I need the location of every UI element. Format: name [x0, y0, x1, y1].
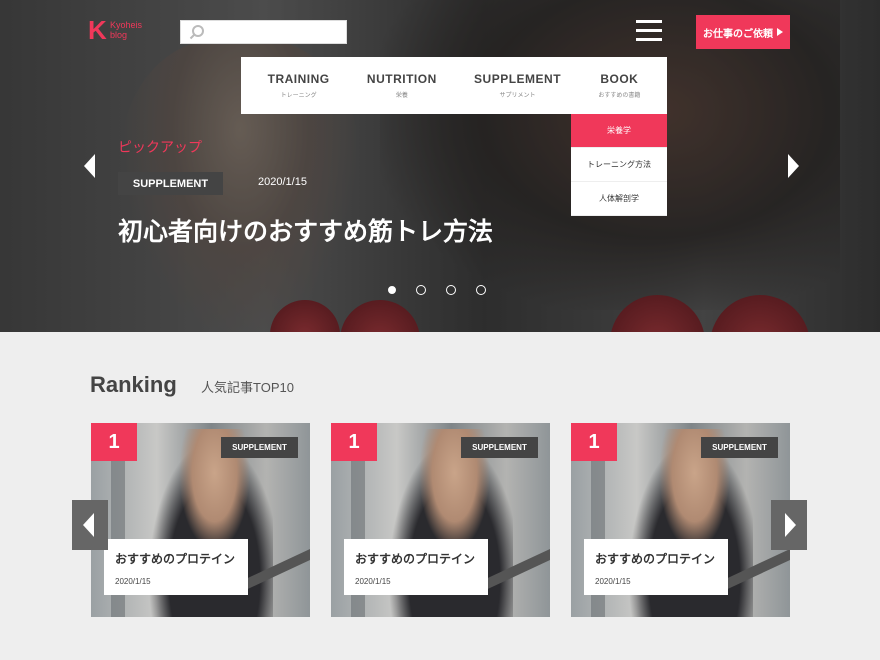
hero-article-title[interactable]: 初心者向けのおすすめ筋トレ方法 [118, 212, 493, 248]
dropdown-item-nutrition-science[interactable]: 栄養学 [571, 114, 667, 148]
category-tag[interactable]: SUPPLEMENT [221, 437, 298, 458]
card-date: 2020/1/15 [355, 577, 391, 586]
ranking-prev-button[interactable] [72, 500, 108, 550]
hero-slider: K Kyoheis blog お仕事のご依頼 TRAINING トレーニング N… [0, 0, 880, 332]
nav-sublabel: おすすめの書籍 [598, 93, 641, 99]
nav-sublabel: サプリメント [499, 93, 536, 99]
ranking-subtitle: 人気記事TOP10 [201, 380, 294, 395]
card-info: おすすめのプロテイン 2020/1/15 [344, 539, 488, 595]
book-dropdown-menu: 栄養学 トレーニング方法 人体解剖学 [571, 114, 667, 216]
nav-label: NUTRITION [366, 72, 437, 86]
nav-sublabel: トレーニング [280, 93, 317, 99]
logo-text: Kyoheis blog [110, 20, 143, 40]
ranking-title: Ranking [90, 372, 177, 397]
ranking-next-button[interactable] [771, 500, 807, 550]
menu-icon[interactable] [636, 20, 662, 42]
card-date: 2020/1/15 [595, 577, 631, 586]
pickup-label: ピックアップ [118, 139, 202, 155]
card-title[interactable]: おすすめのプロテイン [115, 550, 248, 567]
category-tag[interactable]: SUPPLEMENT [461, 437, 538, 458]
nav-item-training[interactable]: TRAINING トレーニング [268, 72, 330, 99]
card-info: おすすめのプロテイン 2020/1/15 [104, 539, 248, 595]
card-date: 2020/1/15 [115, 577, 151, 586]
rank-number: 1 [571, 423, 617, 461]
contact-request-button[interactable]: お仕事のご依頼 [696, 15, 790, 49]
slider-dot[interactable] [388, 286, 396, 294]
slider-dot[interactable] [446, 285, 456, 295]
dropdown-item-anatomy[interactable]: 人体解剖学 [571, 182, 667, 216]
site-logo[interactable]: K Kyoheis blog [88, 16, 158, 46]
category-tag[interactable]: SUPPLEMENT [701, 437, 778, 458]
ranking-card[interactable]: 1 SUPPLEMENT おすすめのプロテイン 2020/1/15 [331, 423, 550, 617]
rank-number: 1 [331, 423, 377, 461]
hero-date: 2020/1/15 [258, 176, 307, 188]
card-title[interactable]: おすすめのプロテイン [355, 550, 488, 567]
search-input[interactable] [209, 23, 339, 41]
hero-overlay [0, 0, 880, 332]
play-arrow-icon [777, 28, 783, 36]
logo-letter: K [88, 15, 107, 45]
nav-label: SUPPLEMENT [474, 72, 562, 86]
slider-dots [388, 285, 486, 295]
card-title[interactable]: おすすめのプロテイン [595, 550, 728, 567]
hero-prev-arrow-icon[interactable] [84, 154, 95, 178]
nav-sublabel: 栄養 [395, 93, 408, 99]
nav-item-supplement[interactable]: SUPPLEMENT サプリメント [474, 72, 561, 99]
chevron-right-icon [785, 513, 796, 537]
nav-label: BOOK [600, 72, 639, 86]
main-nav: TRAINING トレーニング NUTRITION 栄養 SUPPLEMENT … [241, 57, 667, 114]
ranking-card[interactable]: 1 SUPPLEMENT おすすめのプロテイン 2020/1/15 [91, 423, 310, 617]
card-info: おすすめのプロテイン 2020/1/15 [584, 539, 728, 595]
slider-dot[interactable] [476, 285, 486, 295]
cta-label: お仕事のご依頼 [703, 28, 773, 40]
hero-category-badge[interactable]: SUPPLEMENT [118, 172, 223, 195]
chevron-left-icon [83, 513, 94, 537]
rank-number: 1 [91, 423, 137, 461]
ranking-card[interactable]: 1 SUPPLEMENT おすすめのプロテイン 2020/1/15 [571, 423, 790, 617]
nav-item-nutrition[interactable]: NUTRITION 栄養 [367, 72, 437, 99]
nav-label: TRAINING [267, 72, 330, 86]
slider-dot[interactable] [416, 285, 426, 295]
dropdown-item-training-method[interactable]: トレーニング方法 [571, 148, 667, 182]
nav-item-book[interactable]: BOOK おすすめの書籍 [598, 72, 640, 99]
hero-next-arrow-icon[interactable] [788, 154, 799, 178]
search-icon [189, 25, 204, 40]
search-box[interactable] [180, 20, 347, 44]
